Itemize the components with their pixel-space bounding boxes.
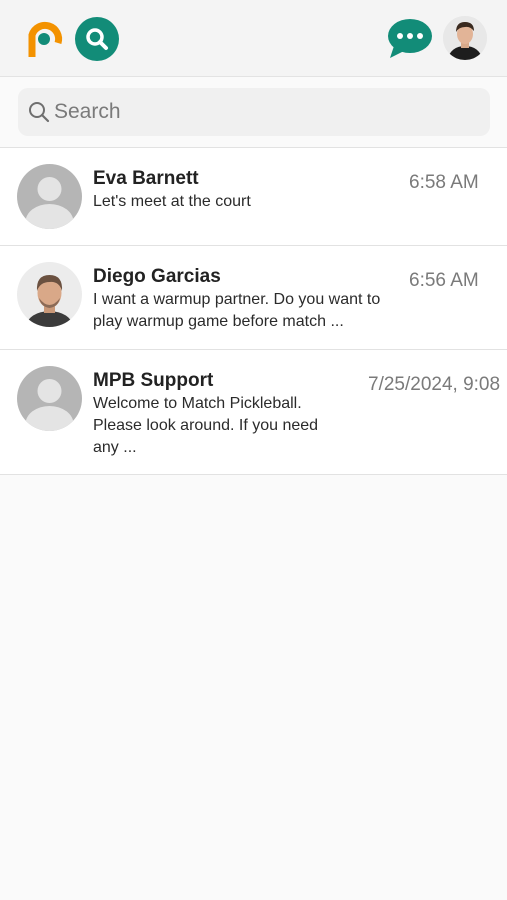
conversation-name: MPB Support	[93, 370, 214, 391]
conversation-time: 7/25/2024, 9:08	[368, 374, 501, 395]
user-avatar	[443, 16, 487, 60]
conversation-preview: I want a warmup partner. Do you want to …	[93, 291, 381, 330]
search-input[interactable]	[54, 88, 474, 136]
search-icon	[86, 28, 108, 50]
app-logo-icon[interactable]	[20, 16, 66, 62]
search-bar	[18, 88, 490, 136]
conversation-item[interactable]: MPB Support Welcome to Match Pickleball.…	[0, 350, 507, 475]
conversation-time: 6:56 AM	[409, 270, 479, 291]
magnifier-icon	[29, 102, 50, 123]
profile-avatar[interactable]	[443, 16, 487, 60]
conversation-item[interactable]: Eva Barnett Let's meet at the court 6:58…	[0, 148, 507, 246]
conversation-time: 6:58 AM	[409, 172, 479, 193]
conversation-item[interactable]: Diego Garcias I want a warmup partner. D…	[0, 246, 507, 350]
conversation-list: Eva Barnett Let's meet at the court 6:58…	[0, 147, 507, 475]
chat-bubble-icon[interactable]	[386, 16, 434, 60]
conversation-preview: Let's meet at the court	[93, 193, 251, 210]
conversation-preview: Welcome to Match Pickleball. Please look…	[93, 395, 319, 456]
search-button[interactable]	[75, 17, 119, 61]
photo-avatar	[17, 262, 82, 327]
default-avatar	[17, 366, 82, 431]
top-bar	[0, 0, 507, 77]
conversation-name: Eva Barnett	[93, 168, 199, 189]
conversation-name: Diego Garcias	[93, 266, 221, 287]
default-avatar	[17, 164, 82, 229]
